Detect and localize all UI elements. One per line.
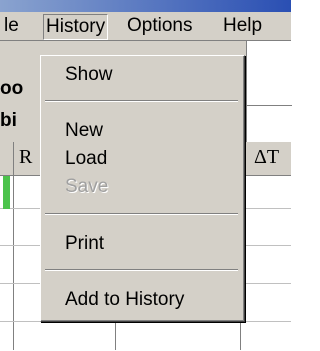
- menu-separator: [45, 269, 238, 271]
- grid-header-left[interactable]: R: [19, 146, 32, 169]
- menu-help[interactable]: Help: [221, 14, 264, 38]
- menu-item-load[interactable]: Load: [43, 145, 240, 173]
- row-status-indicator: [3, 176, 10, 209]
- grid-column-divider: [13, 142, 14, 350]
- menu-separator: [45, 213, 238, 215]
- menu-options[interactable]: Options: [125, 14, 194, 38]
- window-title-bar: [0, 0, 291, 12]
- menu-item-save: Save: [65, 176, 109, 197]
- menu-separator: [45, 100, 238, 102]
- menu-item-add-to-history[interactable]: Add to History: [43, 286, 240, 314]
- menu-history[interactable]: History: [43, 14, 109, 40]
- menu-item-new[interactable]: New: [43, 117, 240, 145]
- menu-item-show[interactable]: Show: [43, 61, 240, 89]
- right-panel: [246, 41, 292, 142]
- history-dropdown-menu: Show New Load Save Print Add to History: [40, 55, 245, 322]
- menu-item-print[interactable]: Print: [43, 230, 240, 258]
- menu-bar: le History Options Help: [0, 12, 291, 41]
- grid-header-right[interactable]: ΔT: [254, 146, 279, 169]
- menu-file[interactable]: le: [2, 14, 21, 38]
